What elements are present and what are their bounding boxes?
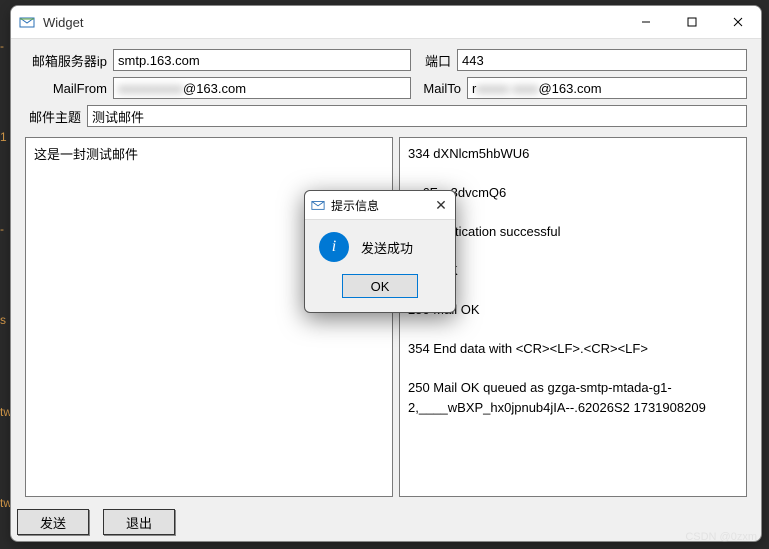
mailfrom-label: MailFrom <box>25 81 107 96</box>
send-button[interactable]: 发送 <box>17 509 89 535</box>
titlebar: Widget <box>11 6 761 39</box>
subject-input[interactable] <box>87 105 747 127</box>
body-text-content: 这是一封测试邮件 <box>34 147 138 162</box>
mailto-input[interactable]: r xxxxx xxxx @163.com <box>467 77 747 99</box>
ok-button[interactable]: OK <box>342 274 418 298</box>
app-icon <box>19 14 35 30</box>
dialog-close-button[interactable]: ✕ <box>427 197 455 214</box>
port-label: 端口 <box>417 51 451 70</box>
server-ip-input[interactable] <box>113 49 411 71</box>
info-icon: i <box>319 232 349 262</box>
subject-label: 邮件主题 <box>25 107 81 126</box>
server-ip-label: 邮箱服务器ip <box>25 51 107 70</box>
minimize-button[interactable] <box>623 6 669 38</box>
dialog-title: 提示信息 <box>331 197 427 214</box>
mailto-label: MailTo <box>417 81 461 96</box>
button-row: 发送 退出 <box>11 503 761 541</box>
quit-button[interactable]: 退出 <box>103 509 175 535</box>
close-button[interactable] <box>715 6 761 38</box>
maximize-button[interactable] <box>669 6 715 38</box>
dialog-titlebar: 提示信息 ✕ <box>305 191 455 220</box>
watermark: CSDN @0zxm <box>685 531 757 543</box>
message-dialog: 提示信息 ✕ i 发送成功 OK <box>304 190 456 313</box>
window-title: Widget <box>43 15 83 30</box>
port-input[interactable] <box>457 49 747 71</box>
dialog-message: 发送成功 <box>361 238 413 257</box>
background-editor-gutter: -1-stwtw <box>0 0 10 549</box>
dialog-app-icon <box>311 198 325 212</box>
mailfrom-input[interactable]: xxxxxxxxxx @163.com <box>113 77 411 99</box>
